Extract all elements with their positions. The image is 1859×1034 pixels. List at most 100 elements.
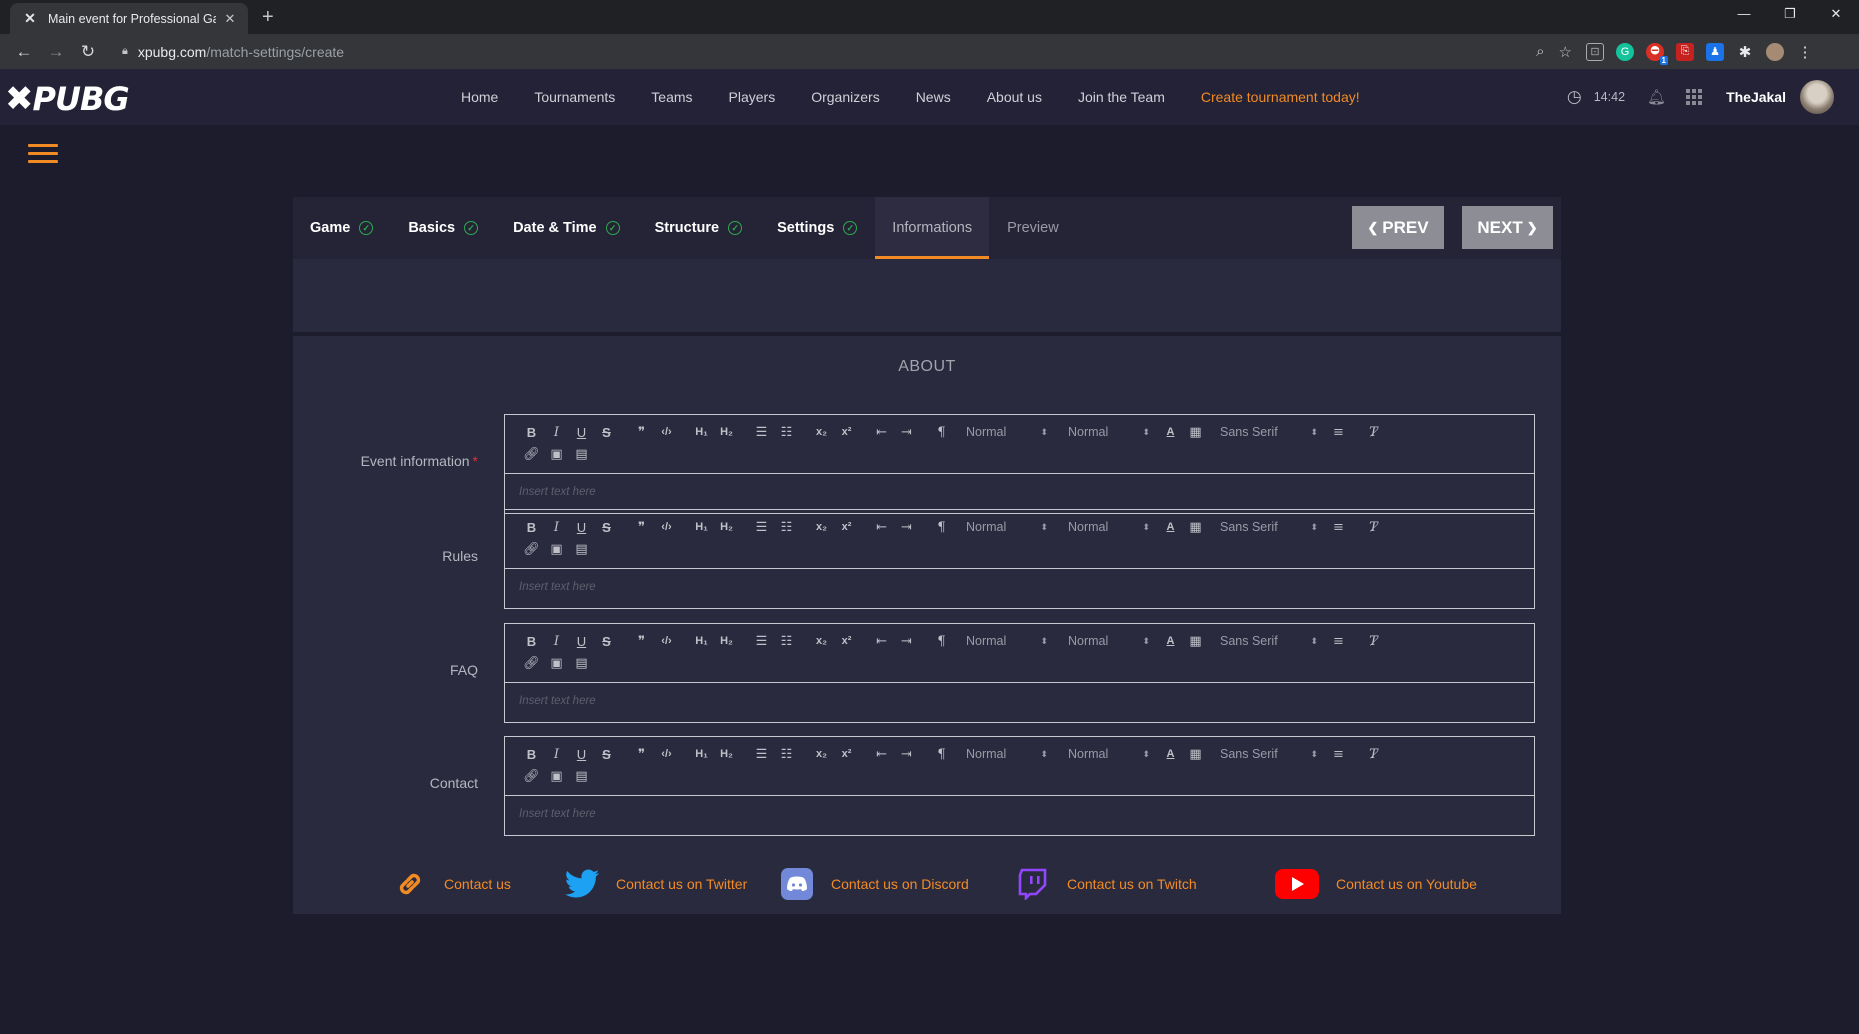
link-icon[interactable]: 🔗︎ bbox=[519, 447, 544, 462]
forward-icon[interactable]: → bbox=[40, 42, 72, 62]
superscript-button[interactable]: x² bbox=[834, 748, 859, 760]
link-icon[interactable]: 🔗︎ bbox=[519, 656, 544, 671]
prev-button[interactable]: ❮ PREV bbox=[1352, 206, 1444, 249]
user-avatar[interactable] bbox=[1800, 80, 1834, 114]
tab-close-icon[interactable]: ✕ bbox=[222, 11, 238, 27]
bell-icon[interactable]: 🔔︎ bbox=[1647, 88, 1666, 106]
indent-icon[interactable]: ⇥ bbox=[894, 520, 919, 535]
editor-input[interactable]: Insert text here bbox=[505, 796, 1534, 835]
clear-format-icon[interactable]: T̷ bbox=[1361, 634, 1386, 649]
background-color-icon[interactable]: ▦ bbox=[1183, 520, 1208, 535]
align-icon[interactable]: ≡ bbox=[1326, 425, 1351, 440]
step-basics[interactable]: Basics ✓ bbox=[408, 197, 479, 259]
ordered-list-icon[interactable]: ☰ bbox=[749, 634, 774, 649]
nav-news[interactable]: News bbox=[916, 89, 951, 105]
h1-button[interactable]: H₁ bbox=[689, 521, 714, 533]
text-direction-icon[interactable]: ¶ bbox=[929, 747, 954, 762]
text-color-icon[interactable]: A bbox=[1158, 521, 1183, 533]
nav-teams[interactable]: Teams bbox=[651, 89, 692, 105]
blockquote-icon[interactable]: ❞ bbox=[629, 520, 654, 535]
subscript-button[interactable]: x₂ bbox=[809, 521, 834, 533]
text-color-icon[interactable]: A bbox=[1158, 426, 1183, 438]
browser-tab[interactable]: ✕ Main event for Professional Gam ✕ bbox=[10, 3, 248, 34]
font-select[interactable]: Sans Serif ⬍ bbox=[1208, 634, 1326, 648]
editor-input[interactable]: Insert text here bbox=[505, 569, 1534, 608]
italic-button[interactable]: I bbox=[544, 747, 569, 762]
code-icon[interactable]: ‹/› bbox=[654, 426, 679, 438]
extension-grammarly-icon[interactable]: G bbox=[1616, 42, 1634, 61]
step-preview[interactable]: Preview bbox=[1007, 197, 1059, 259]
size-select[interactable]: Normal ⬍ bbox=[954, 747, 1056, 761]
bold-button[interactable]: B bbox=[519, 425, 544, 440]
step-informations[interactable]: Informations bbox=[875, 197, 990, 259]
text-direction-icon[interactable]: ¶ bbox=[929, 634, 954, 649]
hamburger-menu-icon[interactable] bbox=[28, 144, 58, 168]
bullet-list-icon[interactable]: ☷ bbox=[774, 425, 799, 440]
strike-button[interactable]: S bbox=[594, 747, 619, 762]
outdent-icon[interactable]: ⇤ bbox=[869, 634, 894, 649]
strike-button[interactable]: S bbox=[594, 520, 619, 535]
italic-button[interactable]: I bbox=[544, 425, 569, 440]
subscript-button[interactable]: x₂ bbox=[809, 635, 834, 647]
reload-icon[interactable]: ↻ bbox=[72, 42, 104, 62]
image-icon[interactable]: ▣ bbox=[544, 542, 569, 557]
link-icon[interactable]: 🔗︎ bbox=[519, 769, 544, 784]
browser-menu-icon[interactable]: ⋮ bbox=[1796, 43, 1814, 61]
header-select[interactable]: Normal ⬍ bbox=[1056, 747, 1158, 761]
nav-tournaments[interactable]: Tournaments bbox=[534, 89, 615, 105]
video-icon[interactable]: ▤ bbox=[569, 447, 594, 462]
h1-button[interactable]: H₁ bbox=[689, 748, 714, 760]
underline-button[interactable]: U bbox=[569, 634, 594, 649]
profile-avatar-icon[interactable] bbox=[1766, 42, 1784, 61]
align-icon[interactable]: ≡ bbox=[1326, 634, 1351, 649]
header-select[interactable]: Normal ⬍ bbox=[1056, 425, 1158, 439]
background-color-icon[interactable]: ▦ bbox=[1183, 425, 1208, 440]
contact-discord-link[interactable]: Contact us on Discord bbox=[779, 866, 969, 902]
align-icon[interactable]: ≡ bbox=[1326, 747, 1351, 762]
minimize-icon[interactable]: — bbox=[1721, 0, 1767, 30]
extension-adblock-icon[interactable]: ⛔︎ 1 bbox=[1646, 42, 1668, 65]
nav-create-tournament[interactable]: Create tournament today! bbox=[1201, 89, 1360, 105]
size-select[interactable]: Normal ⬍ bbox=[954, 520, 1056, 534]
code-icon[interactable]: ‹/› bbox=[654, 748, 679, 760]
subscript-button[interactable]: x₂ bbox=[809, 426, 834, 438]
align-icon[interactable]: ≡ bbox=[1326, 520, 1351, 535]
nav-about-us[interactable]: About us bbox=[987, 89, 1042, 105]
outdent-icon[interactable]: ⇤ bbox=[869, 747, 894, 762]
extension-pdf-icon[interactable]: ⎘ bbox=[1676, 42, 1694, 61]
lock-icon[interactable]: 🔒︎ bbox=[122, 45, 128, 58]
new-tab-icon[interactable]: + bbox=[262, 6, 274, 29]
nav-players[interactable]: Players bbox=[729, 89, 776, 105]
h1-button[interactable]: H₁ bbox=[689, 635, 714, 647]
bold-button[interactable]: B bbox=[519, 520, 544, 535]
site-logo[interactable]: ✖PUBG bbox=[5, 79, 130, 119]
header-select[interactable]: Normal ⬍ bbox=[1056, 520, 1158, 534]
contact-youtube-link[interactable]: Contact us on Youtube bbox=[1274, 866, 1477, 902]
nav-home[interactable]: Home bbox=[461, 89, 498, 105]
italic-button[interactable]: I bbox=[544, 520, 569, 535]
ordered-list-icon[interactable]: ☰ bbox=[749, 747, 774, 762]
video-icon[interactable]: ▤ bbox=[569, 542, 594, 557]
strike-button[interactable]: S bbox=[594, 634, 619, 649]
extensions-puzzle-icon[interactable]: ✱ bbox=[1736, 43, 1754, 61]
blockquote-icon[interactable]: ❞ bbox=[629, 747, 654, 762]
zoom-search-icon[interactable]: ⌕ bbox=[1536, 43, 1544, 61]
image-icon[interactable]: ▣ bbox=[544, 656, 569, 671]
image-icon[interactable]: ▣ bbox=[544, 769, 569, 784]
superscript-button[interactable]: x² bbox=[834, 635, 859, 647]
blockquote-icon[interactable]: ❞ bbox=[629, 425, 654, 440]
nav-organizers[interactable]: Organizers bbox=[811, 89, 879, 105]
superscript-button[interactable]: x² bbox=[834, 521, 859, 533]
video-icon[interactable]: ▤ bbox=[569, 656, 594, 671]
h2-button[interactable]: H₂ bbox=[714, 748, 739, 760]
size-select[interactable]: Normal ⬍ bbox=[954, 634, 1056, 648]
indent-icon[interactable]: ⇥ bbox=[894, 634, 919, 649]
step-date-time[interactable]: Date & Time ✓ bbox=[513, 197, 620, 259]
indent-icon[interactable]: ⇥ bbox=[894, 747, 919, 762]
h1-button[interactable]: H₁ bbox=[689, 426, 714, 438]
italic-button[interactable]: I bbox=[544, 634, 569, 649]
close-window-icon[interactable]: ✕ bbox=[1813, 0, 1859, 30]
subscript-button[interactable]: x₂ bbox=[809, 748, 834, 760]
contact-twitter-link[interactable]: Contact us on Twitter bbox=[564, 866, 747, 902]
bookmark-star-icon[interactable]: ☆ bbox=[1559, 43, 1572, 61]
